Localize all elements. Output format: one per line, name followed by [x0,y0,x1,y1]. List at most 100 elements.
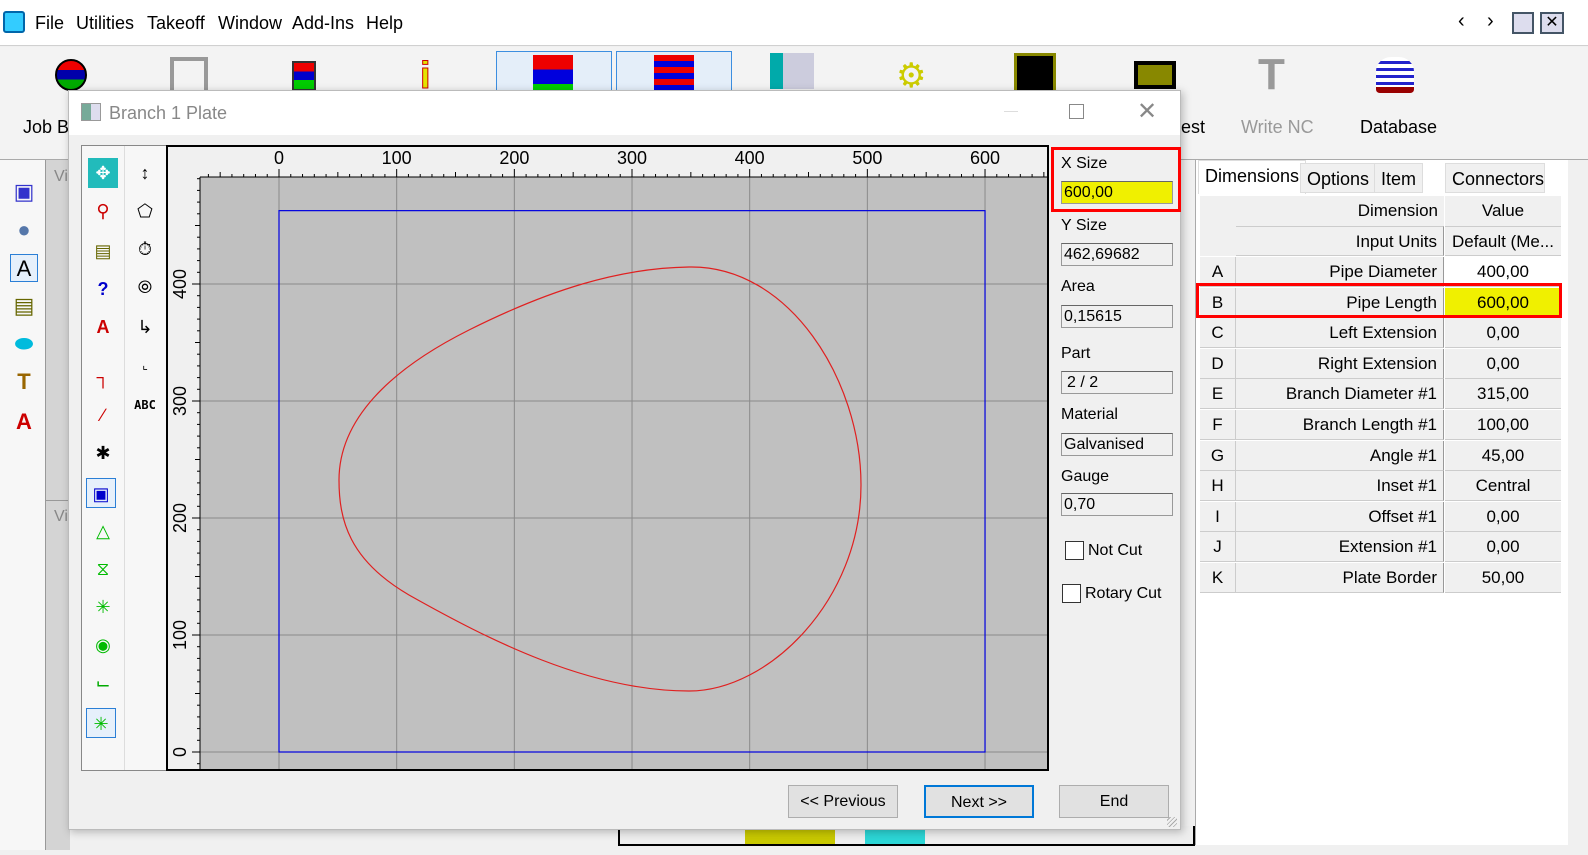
row-value[interactable]: 0,00 [1445,532,1561,563]
row-value[interactable]: 0,00 [1445,501,1561,532]
row-value[interactable]: 315,00 [1445,379,1561,410]
y-size-field[interactable]: 462,69682 [1061,243,1173,266]
database-icon[interactable] [1376,57,1414,93]
help-icon[interactable]: ? [88,274,118,304]
properties-icon[interactable]: ▤ [88,236,118,266]
snap-corner-icon[interactable]: ⌙ [88,668,118,698]
table-row[interactable]: G Angle #1 45,00 [1200,440,1562,471]
table-row[interactable]: K Plate Border 50,00 [1200,563,1562,593]
nest-icon[interactable] [1134,61,1176,89]
area-field[interactable]: 0,15615 [1061,305,1173,328]
table-row[interactable]: D Right Extension 0,00 [1200,348,1562,379]
tab-item[interactable]: Item [1374,163,1424,193]
x-tick-label: 300 [617,148,647,168]
next-button[interactable]: Next >> [924,785,1034,818]
table-row[interactable]: H Inset #1 Central [1200,471,1562,502]
close-icon[interactable]: ✕ [1540,12,1564,34]
snap-center-icon[interactable]: ▣ [86,478,116,508]
y-size-label: Y Size [1061,217,1107,234]
chevron-left-icon[interactable]: ‹ [1458,10,1465,33]
row-value[interactable]: 50,00 [1445,563,1561,593]
report-icon[interactable] [770,53,814,89]
job-browser-icon[interactable] [55,59,87,91]
maximize-button[interactable] [1069,104,1084,119]
snap-cross-icon[interactable]: ✳ [88,592,118,622]
table-row[interactable]: J Extension #1 0,00 [1200,532,1562,563]
row-value[interactable]: 100,00 [1445,410,1561,440]
rotary-cut-label[interactable]: Rotary Cut [1085,585,1161,603]
properties-icon[interactable]: ▤ [10,292,38,320]
menu-file[interactable]: File [35,13,64,34]
rotary-cut-checkbox[interactable] [1062,584,1081,603]
menu-window[interactable]: Window [218,13,282,34]
write-nc-label[interactable]: Write NC [1241,117,1314,138]
x-size-field[interactable]: 600,00 [1061,181,1173,204]
window-icon [81,103,101,121]
row-dimension: Plate Border [1236,563,1444,593]
row-dimension: Offset #1 [1236,501,1444,532]
snap-triangle-icon[interactable]: △ [88,516,118,546]
nest-label[interactable]: est [1181,117,1205,138]
dimension-aligned-icon[interactable]: ⬠ [130,196,160,226]
schedule-icon[interactable] [1014,53,1056,93]
3d-view-icon[interactable]: ▣ [10,178,38,206]
menu-help[interactable]: Help [366,13,403,34]
view-label: Vi [54,168,68,185]
gauge-field[interactable]: 0,70 [1061,493,1173,516]
hammer-icon[interactable]: T [10,368,38,396]
row-value[interactable]: 0,00 [1445,318,1561,349]
tab-connectors[interactable]: Connectors [1445,163,1545,193]
not-cut-label[interactable]: Not Cut [1088,542,1142,560]
write-nc-icon[interactable]: T [1258,53,1302,97]
table-row[interactable]: C Left Extension 0,00 [1200,318,1562,349]
x-tick-label: 500 [852,148,882,168]
chevron-right-icon[interactable]: › [1487,10,1494,33]
snap-all-icon[interactable]: ✳ [86,708,116,738]
offset-line-icon[interactable]: ┐ [88,362,118,392]
snap-circle-icon[interactable]: ◉ [88,630,118,660]
dimension-diameter-icon[interactable]: ⦾ [130,272,160,302]
zoom-extents-icon[interactable]: ✥ [88,158,118,188]
section-icon[interactable]: ⬬ [10,330,38,358]
plate-drawing-canvas[interactable]: 0 100 200 300 400 500 600 0 100 200 300 400 [166,145,1104,771]
row-value[interactable]: 0,00 [1445,348,1561,379]
snap-hourglass-icon[interactable]: ⧖ [88,554,118,584]
grid-items-icon[interactable] [533,55,573,91]
previous-button[interactable]: << Previous [788,785,898,818]
resize-grip-icon[interactable] [1167,817,1177,827]
end-button[interactable]: End [1059,785,1169,818]
restore-icon[interactable] [1512,12,1534,34]
menu-utilities[interactable]: Utilities [76,13,134,34]
text-icon[interactable]: A [10,254,38,282]
dimension-vertical-icon[interactable]: ↕ [130,158,160,188]
delete-items-icon[interactable] [292,61,316,91]
row-value[interactable]: 45,00 [1445,440,1561,471]
asterisk-icon[interactable]: ✱ [88,438,118,468]
spell-check-icon[interactable]: A [88,312,118,342]
material-field[interactable]: Galvanised [1061,433,1173,456]
part-field[interactable]: 2 / 2 [1061,371,1173,394]
tab-options[interactable]: Options [1300,163,1377,193]
dimension-radius-icon[interactable]: ⏱ [130,234,160,264]
zoom-window-icon[interactable]: ⚲ [88,196,118,226]
menu-add-ins[interactable]: Add-Ins [292,13,354,34]
spell-check-icon[interactable]: A [10,408,38,436]
database-label[interactable]: Database [1360,117,1437,138]
list-items-icon[interactable] [654,55,694,91]
minimize-button[interactable] [1004,111,1018,112]
axis-icon[interactable]: ↳ [130,312,160,342]
input-units-value[interactable]: Default (Me... [1445,226,1561,256]
table-row[interactable]: E Branch Diameter #1 315,00 [1200,379,1562,410]
angle-line-icon[interactable]: ∕ [88,400,118,430]
close-button[interactable]: ✕ [1137,97,1157,126]
ordinate-icon[interactable]: ⌞ [130,350,160,380]
table-row[interactable]: F Branch Length #1 100,00 [1200,410,1562,440]
tab-dimensions[interactable]: Dimensions [1198,160,1307,194]
not-cut-checkbox[interactable] [1065,541,1084,560]
row-value[interactable]: Central [1445,471,1561,502]
sphere-icon[interactable]: ● [10,216,38,244]
table-row[interactable]: I Offset #1 0,00 [1200,501,1562,532]
text-tool-icon[interactable]: ABC [130,390,160,420]
row-dimension: Branch Diameter #1 [1236,379,1444,410]
menu-takeoff[interactable]: Takeoff [147,13,205,34]
